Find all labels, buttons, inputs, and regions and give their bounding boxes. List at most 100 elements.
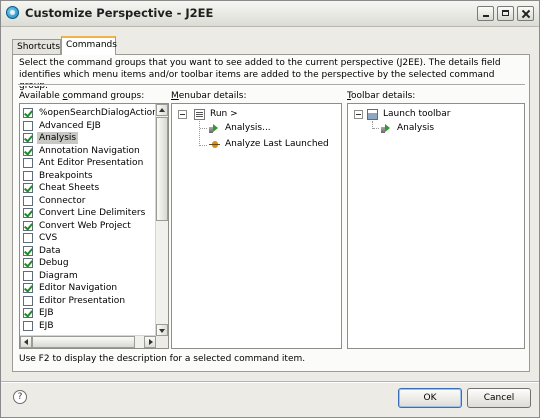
commands-tab-panel: Select the command groups that you want … [12,54,530,372]
commands-description: Select the command groups that you want … [19,58,501,91]
scrollbar-corner [156,336,168,348]
command-group-item[interactable]: Debug [22,257,158,270]
cancel-button[interactable]: Cancel [467,388,531,408]
toolbar-item-analysis[interactable]: Analysis [397,122,434,134]
command-group-label: Connector [39,195,86,206]
command-group-checkbox[interactable] [23,183,33,193]
collapse-launch-toolbar-toggle[interactable] [354,110,363,119]
command-group-label: Breakpoints [39,170,93,181]
command-group-checkbox[interactable] [23,120,33,131]
command-group-item[interactable]: Breakpoints [22,170,158,183]
menubar-details-tree[interactable]: Run > Analysis... Analyze Last Launched [171,103,342,349]
bug-analysis-icon [209,139,220,150]
title-bar: Customize Perspective - J2EE [1,1,539,27]
command-group-item[interactable]: EJB [22,320,158,333]
customize-perspective-dialog: Customize Perspective - J2EE Shortcuts C… [0,0,540,418]
command-groups-header: Available command groups: [19,91,145,101]
scroll-right-button[interactable] [144,336,156,348]
toolbar-launch-node[interactable]: Launch toolbar [383,108,450,120]
command-group-checkbox[interactable] [23,195,33,206]
command-group-label: Analysis [37,132,79,144]
command-group-checkbox[interactable] [23,233,33,243]
command-group-label: Ant Editor Presentation [39,158,144,168]
close-button[interactable] [517,6,534,21]
menu-item-analyze-last-launched[interactable]: Analyze Last Launched [225,138,329,150]
run-analysis-icon [209,123,220,134]
command-group-checkbox[interactable] [23,320,33,331]
command-group-label: Cheat Sheets [39,183,100,193]
command-group-checkbox[interactable] [23,145,33,156]
maximize-button[interactable] [497,6,514,21]
command-group-label: Advanced EJB [39,120,101,131]
tab-commands[interactable]: Commands [61,36,117,55]
toolbar-details-header: Toolbar details: [347,91,416,101]
tree-guide-line [373,128,379,129]
command-group-item[interactable]: EJB [22,307,158,320]
menubar-details-header: Menubar details: [171,91,247,101]
command-group-item[interactable]: CVS [22,232,158,245]
command-group-checkbox[interactable] [23,208,33,218]
command-group-label: Convert Web Project [39,220,131,231]
scroll-up-button[interactable] [156,104,168,116]
command-group-checkbox[interactable] [23,258,33,268]
command-group-label: Data [39,245,61,256]
command-group-checkbox[interactable] [23,220,33,231]
command-group-item[interactable]: Advanced EJB [22,120,158,133]
command-groups-list[interactable]: %openSearchDialogAction.la Advanced EJB An… [19,103,169,349]
command-group-checkbox[interactable] [23,270,33,281]
command-group-item[interactable]: Ant Editor Presentation [22,157,158,170]
menu-run-node[interactable]: Run > [210,108,238,120]
run-analysis-icon [381,123,392,134]
command-group-item[interactable]: %openSearchDialogAction.la [22,107,168,120]
command-groups-horizontal-scrollbar[interactable] [20,335,156,348]
vertical-scroll-thumb[interactable] [156,117,168,221]
command-group-label: EJB [39,308,54,318]
command-group-checkbox[interactable] [23,133,33,143]
tree-guide-line [200,128,207,129]
menu-item-analysis[interactable]: Analysis... [225,122,271,134]
help-icon[interactable]: ? [13,390,27,404]
command-group-checkbox[interactable] [23,158,33,168]
command-group-item[interactable]: Diagram [22,270,158,283]
command-group-item[interactable]: Annotation Navigation [22,145,158,158]
command-group-item[interactable]: Data [22,245,158,258]
command-group-label: Debug [39,258,69,268]
toolbar-icon [367,109,378,120]
eclipse-app-icon [6,6,19,19]
command-group-label: CVS [39,233,58,243]
command-group-checkbox[interactable] [23,245,33,256]
minimize-button[interactable] [477,6,494,21]
command-group-label: Diagram [39,270,78,281]
ok-button[interactable]: OK [398,388,462,408]
command-group-label: %openSearchDialogAction.la [39,108,169,118]
tree-guide-line [200,145,207,146]
scroll-down-button[interactable] [156,324,168,336]
command-groups-vertical-scrollbar[interactable] [155,104,168,348]
command-group-item[interactable]: Convert Line Delimiters [22,207,158,220]
command-group-label: EJB [39,320,54,331]
command-group-checkbox[interactable] [23,170,33,181]
toolbar-details-tree[interactable]: Launch toolbar Analysis [347,103,525,349]
command-group-item[interactable]: Connector [22,195,158,208]
horizontal-scroll-thumb[interactable] [32,336,135,348]
command-group-checkbox[interactable] [23,283,33,293]
command-group-item[interactable]: Cheat Sheets [22,182,158,195]
command-group-label: Convert Line Delimiters [39,208,146,218]
command-group-item[interactable]: Analysis [22,132,158,145]
f2-hint-text: Use F2 to display the description for a … [19,354,306,364]
footer-separator [1,381,539,383]
command-group-checkbox[interactable] [23,295,33,306]
command-group-checkbox[interactable] [23,308,33,318]
command-group-checkbox[interactable] [23,108,33,118]
menu-icon [194,109,205,120]
collapse-run-toggle[interactable] [178,110,187,119]
command-group-label: Editor Presentation [39,295,126,306]
scroll-left-button[interactable] [20,336,32,348]
tab-shortcuts[interactable]: Shortcuts [12,39,61,55]
command-group-item[interactable]: Editor Presentation [22,295,158,308]
command-group-label: Editor Navigation [39,283,118,293]
tree-guide-line [199,121,200,146]
command-group-item[interactable]: Editor Navigation [22,282,158,295]
description-separator [18,84,525,86]
command-group-item[interactable]: Convert Web Project [22,220,158,233]
